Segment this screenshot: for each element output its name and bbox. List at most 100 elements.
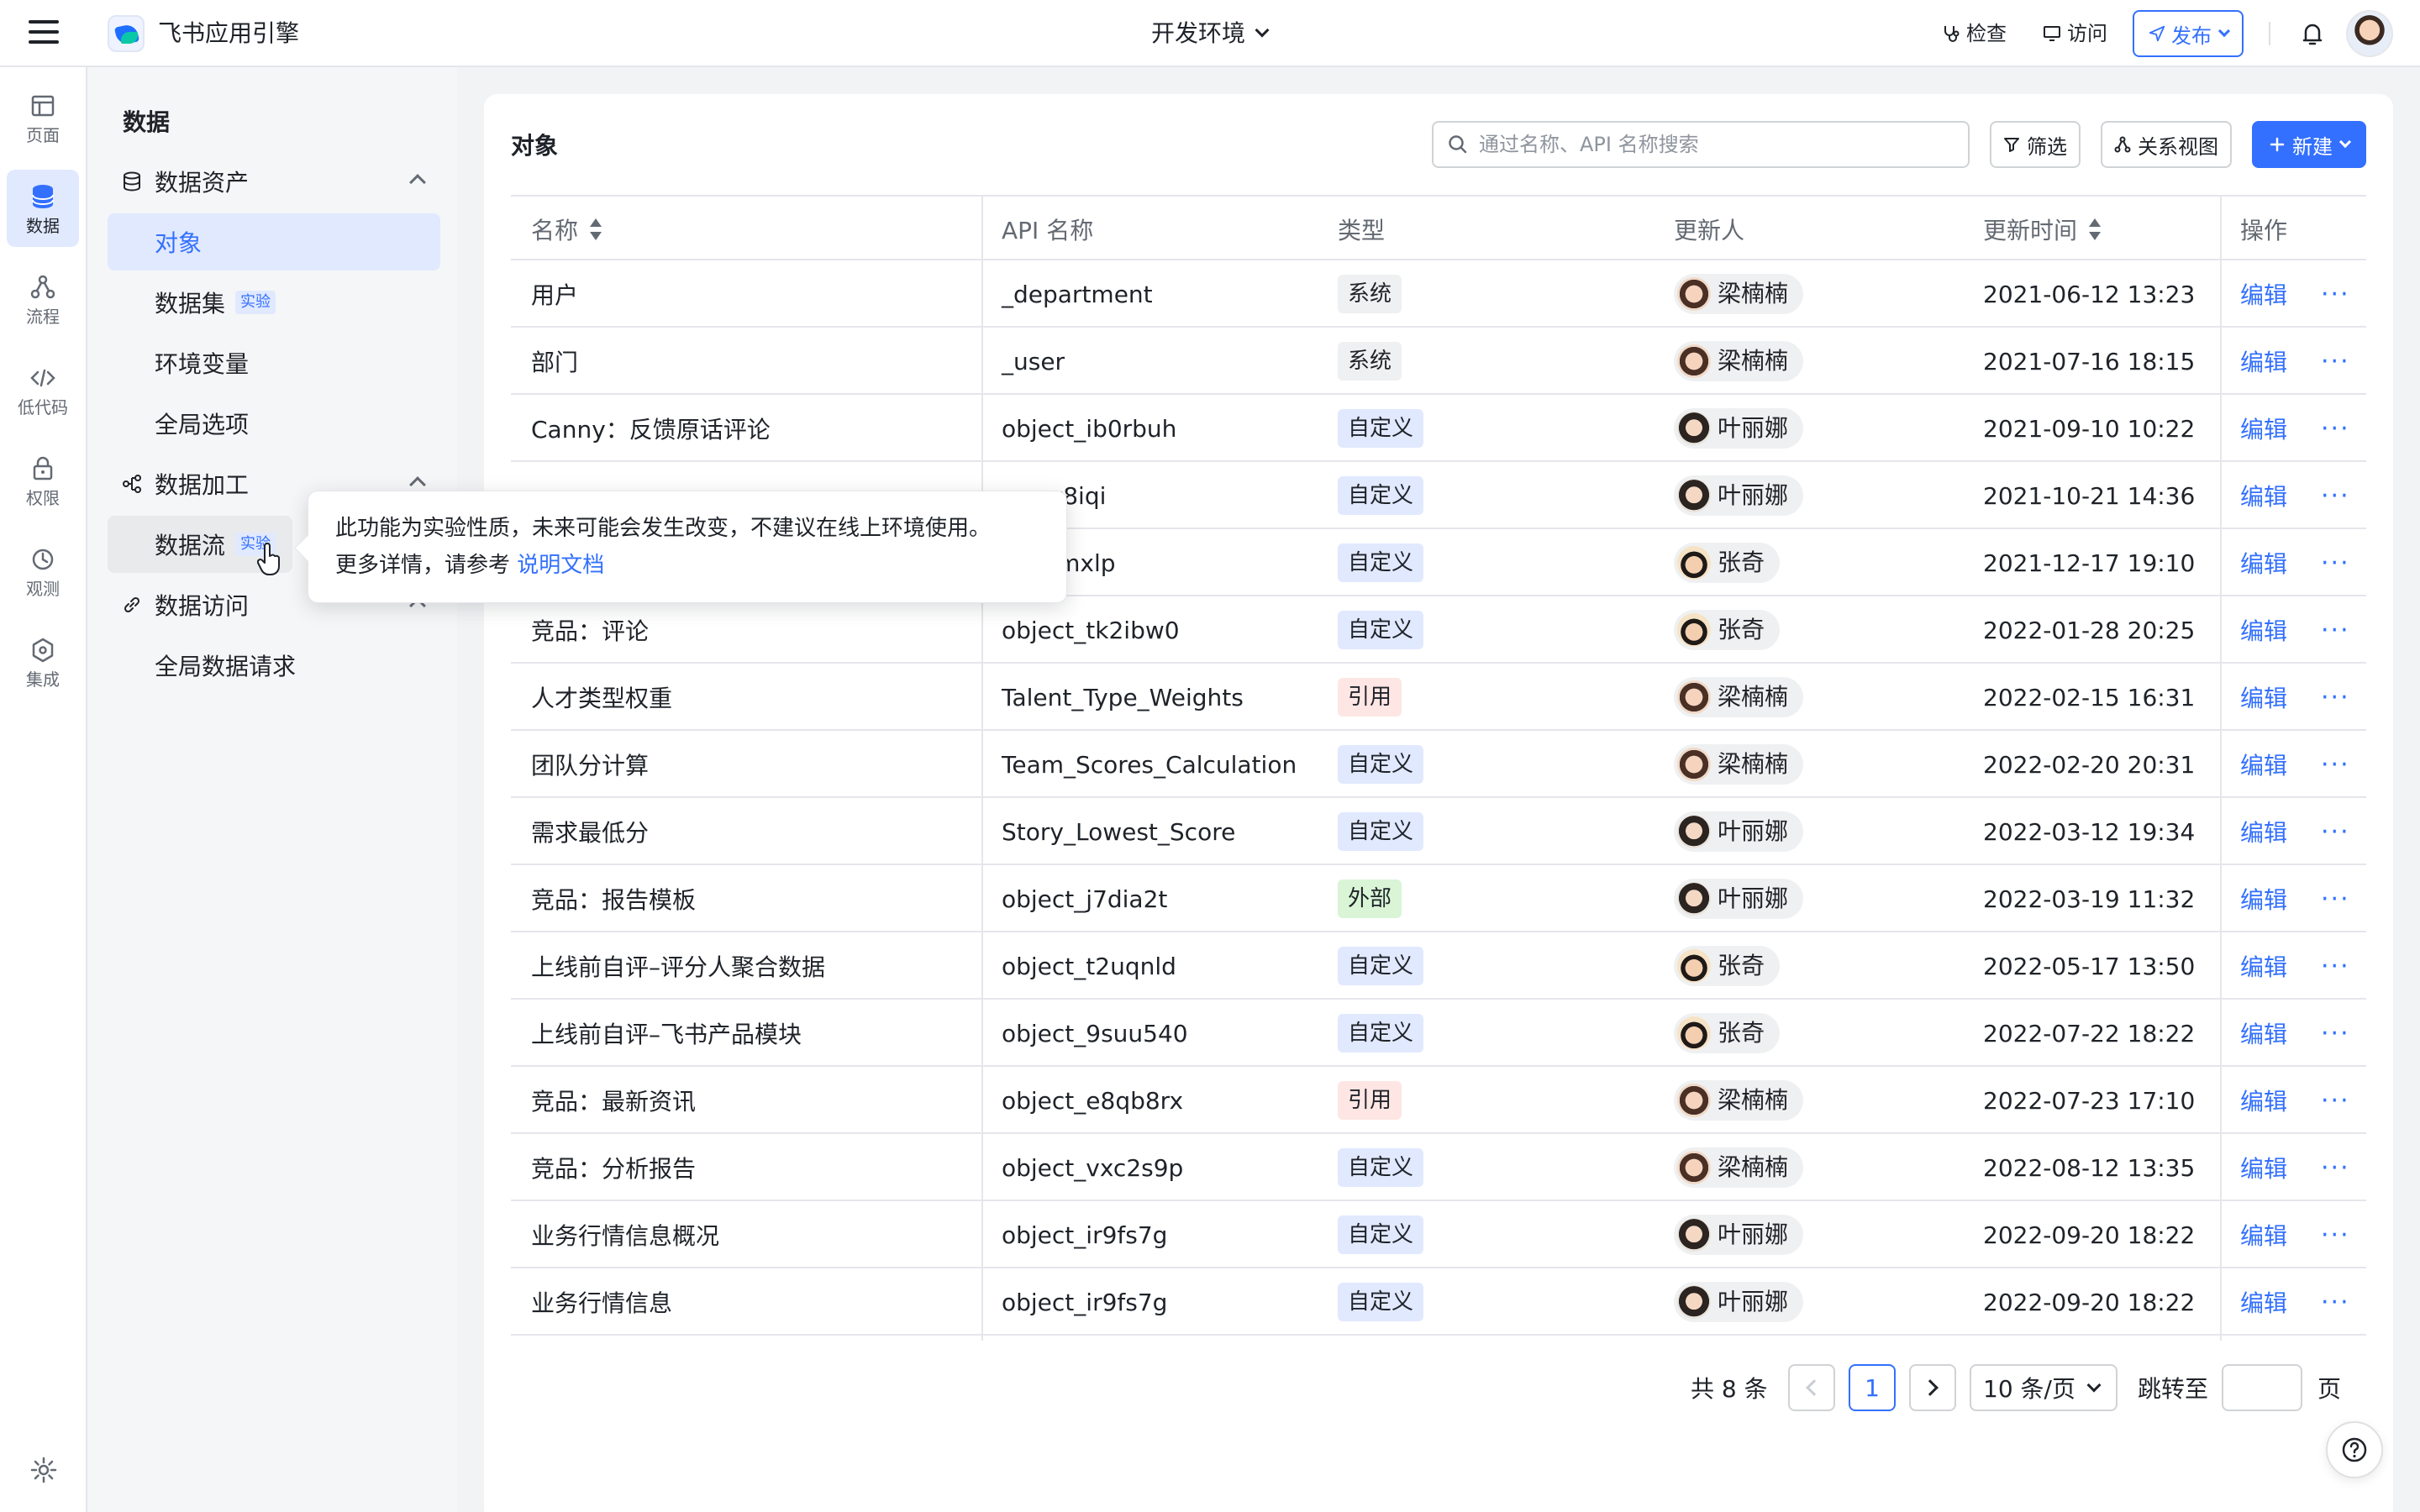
edit-link[interactable]: 编辑 bbox=[2240, 882, 2287, 916]
edit-link[interactable]: 编辑 bbox=[2240, 1218, 2287, 1252]
new-button[interactable]: 新建 bbox=[2252, 121, 2366, 168]
chevron-up-icon[interactable] bbox=[409, 174, 426, 191]
edit-link[interactable]: 编辑 bbox=[2240, 815, 2287, 848]
table-row[interactable]: Canny：反馈原话评论 object_ib0rbuh 自定义 叶丽娜 2021-09-… bbox=[511, 395, 2366, 462]
environment-select[interactable]: 开发环境 bbox=[1151, 17, 1270, 50]
edit-link[interactable]: 编辑 bbox=[2240, 344, 2287, 378]
rail-item-integration[interactable]: 集成 bbox=[7, 623, 79, 701]
user-chip[interactable]: 张奇 bbox=[1674, 610, 1781, 650]
edit-link[interactable]: 编辑 bbox=[2240, 479, 2287, 512]
table-row[interactable]: 竞品：分析报告 object_vxc2s9p 自定义 梁楠楠 2022-08-12 13… bbox=[511, 1134, 2366, 1201]
rail-item-lowcode[interactable]: 低代码 bbox=[7, 351, 79, 428]
help-button[interactable] bbox=[2326, 1421, 2383, 1478]
user-chip[interactable]: 梁楠楠 bbox=[1674, 677, 1804, 717]
publish-button[interactable]: 发布 bbox=[2133, 10, 2244, 57]
rail-item-permission[interactable]: 权限 bbox=[7, 442, 79, 519]
header-updated-time[interactable]: 更新时间 bbox=[1983, 197, 2102, 262]
user-chip[interactable]: 叶丽娜 bbox=[1674, 811, 1804, 852]
table-row[interactable]: 人才类型权重 Talent_Type_Weights 引用 梁楠楠 2022-02-15… bbox=[511, 664, 2366, 731]
page-size-select[interactable]: 10 条/页 bbox=[1970, 1364, 2118, 1411]
prev-page-button[interactable] bbox=[1788, 1364, 1835, 1411]
user-chip[interactable]: 张奇 bbox=[1674, 1013, 1781, 1053]
table-row[interactable]: 部门 _user 系统 梁楠楠 2021-07-16 18:15 编辑 ··· bbox=[511, 328, 2366, 395]
sort-icon[interactable] bbox=[590, 218, 602, 240]
edit-link[interactable]: 编辑 bbox=[2240, 1285, 2287, 1319]
more-icon[interactable]: ··· bbox=[2321, 750, 2350, 780]
next-page-button[interactable] bbox=[1909, 1364, 1956, 1411]
docs-link[interactable]: 说明文档 bbox=[517, 553, 604, 578]
user-chip[interactable]: 叶丽娜 bbox=[1674, 408, 1804, 449]
table-row[interactable]: 上线前自评–飞书产品模块 object_9suu540 自定义 张奇 2022-07-2… bbox=[511, 1000, 2366, 1067]
edit-link[interactable]: 编辑 bbox=[2240, 412, 2287, 445]
table-row[interactable]: 用户 _department 系统 梁楠楠 2021-06-12 13:23 编辑 ··· bbox=[511, 260, 2366, 328]
more-icon[interactable]: ··· bbox=[2321, 347, 2350, 376]
edit-link[interactable]: 编辑 bbox=[2240, 1151, 2287, 1184]
more-icon[interactable]: ··· bbox=[2321, 1288, 2350, 1317]
rail-item-page[interactable]: 页面 bbox=[7, 79, 79, 156]
user-chip[interactable]: 叶丽娜 bbox=[1674, 1282, 1804, 1322]
more-icon[interactable]: ··· bbox=[2321, 616, 2350, 645]
user-chip[interactable]: 梁楠楠 bbox=[1674, 1147, 1804, 1188]
edit-link[interactable]: 编辑 bbox=[2240, 613, 2287, 647]
rail-item-observe[interactable]: 观测 bbox=[7, 533, 79, 610]
filter-button[interactable]: 筛选 bbox=[1990, 121, 2081, 168]
relation-view-button[interactable]: 关系视图 bbox=[2101, 121, 2232, 168]
search-input[interactable] bbox=[1479, 133, 1949, 156]
rail-item-data[interactable]: 数据 bbox=[7, 170, 79, 247]
more-icon[interactable]: ··· bbox=[2321, 817, 2350, 847]
table-row[interactable]: 上线前自评–评分人聚合数据 object_t2uqnld 自定义 张奇 2022-05-… bbox=[511, 932, 2366, 1000]
hamburger-menu-icon[interactable] bbox=[29, 20, 59, 47]
inspect-button[interactable]: 检查 bbox=[1941, 18, 2007, 49]
table-row[interactable]: 竞品：最新资讯 object_e8qb8rx 引用 梁楠楠 2022-07-23 17:… bbox=[511, 1067, 2366, 1134]
edit-link[interactable]: 编辑 bbox=[2240, 1016, 2287, 1050]
user-chip[interactable]: 梁楠楠 bbox=[1674, 1080, 1804, 1121]
gear-icon[interactable] bbox=[29, 1455, 59, 1485]
search-box[interactable] bbox=[1432, 121, 1970, 168]
table-row[interactable]: 竞品：报告模板 object_j7dia2t 外部 叶丽娜 2022-03-19 11:… bbox=[511, 865, 2366, 932]
more-icon[interactable]: ··· bbox=[2321, 1221, 2350, 1250]
sidebar-item-global-options[interactable]: 全局选项 bbox=[108, 395, 440, 452]
more-icon[interactable]: ··· bbox=[2321, 481, 2350, 511]
sort-icon[interactable] bbox=[2089, 218, 2102, 240]
user-chip[interactable]: 张奇 bbox=[1674, 946, 1781, 986]
user-chip[interactable]: 叶丽娜 bbox=[1674, 879, 1804, 919]
user-chip[interactable]: 梁楠楠 bbox=[1674, 744, 1804, 785]
user-chip[interactable]: 张奇 bbox=[1674, 543, 1781, 583]
user-chip[interactable]: 梁楠楠 bbox=[1674, 274, 1804, 314]
sidebar-item-datasets[interactable]: 数据集 实验 bbox=[108, 274, 440, 331]
more-icon[interactable]: ··· bbox=[2321, 549, 2350, 578]
bell-icon[interactable] bbox=[2297, 18, 2328, 49]
page-1-button[interactable]: 1 bbox=[1849, 1364, 1896, 1411]
more-icon[interactable]: ··· bbox=[2321, 414, 2350, 444]
edit-link[interactable]: 编辑 bbox=[2240, 546, 2287, 580]
group-data-assets[interactable]: 数据资产 bbox=[121, 163, 449, 200]
sidebar-item-objects[interactable]: 对象 bbox=[108, 213, 440, 270]
more-icon[interactable]: ··· bbox=[2321, 1019, 2350, 1048]
more-icon[interactable]: ··· bbox=[2321, 280, 2350, 309]
sidebar-item-global-requests[interactable]: 全局数据请求 bbox=[108, 637, 440, 694]
jump-page-input[interactable] bbox=[2222, 1364, 2302, 1411]
edit-link[interactable]: 编辑 bbox=[2240, 680, 2287, 714]
more-icon[interactable]: ··· bbox=[2321, 1086, 2350, 1116]
table-row[interactable]: 需求最低分 Story_Lowest_Score 自定义 叶丽娜 2022-03-12 … bbox=[511, 798, 2366, 865]
edit-link[interactable]: 编辑 bbox=[2240, 277, 2287, 311]
edit-link[interactable]: 编辑 bbox=[2240, 748, 2287, 781]
sidebar-item-env-vars[interactable]: 环境变量 bbox=[108, 334, 440, 391]
user-chip[interactable]: 叶丽娜 bbox=[1674, 475, 1804, 516]
user-chip[interactable]: 梁楠楠 bbox=[1674, 341, 1804, 381]
edit-link[interactable]: 编辑 bbox=[2240, 1084, 2287, 1117]
edit-link[interactable]: 编辑 bbox=[2240, 949, 2287, 983]
rail-item-flow[interactable]: 流程 bbox=[7, 260, 79, 338]
more-icon[interactable]: ··· bbox=[2321, 885, 2350, 914]
user-avatar[interactable] bbox=[2346, 10, 2393, 57]
table-row[interactable]: 团队分计算 Team_Scores_Calculation 自定义 梁楠楠 2022-0… bbox=[511, 731, 2366, 798]
user-chip[interactable]: 叶丽娜 bbox=[1674, 1215, 1804, 1255]
more-icon[interactable]: ··· bbox=[2321, 1153, 2350, 1183]
more-icon[interactable]: ··· bbox=[2321, 952, 2350, 981]
more-icon[interactable]: ··· bbox=[2321, 683, 2350, 712]
table-row[interactable]: 业务行情信息概况 object_ir9fs7g 自定义 叶丽娜 2022-09-20 1… bbox=[511, 1201, 2366, 1268]
table-row[interactable]: 竞品：评论 object_tk2ibw0 自定义 张奇 2022-01-28 20:25… bbox=[511, 596, 2366, 664]
header-name[interactable]: 名称 bbox=[531, 197, 602, 262]
table-row[interactable]: 业务行情信息 object_ir9fs7g 自定义 叶丽娜 2022-09-20 18:… bbox=[511, 1268, 2366, 1336]
visit-button[interactable]: 访问 bbox=[2042, 18, 2107, 49]
